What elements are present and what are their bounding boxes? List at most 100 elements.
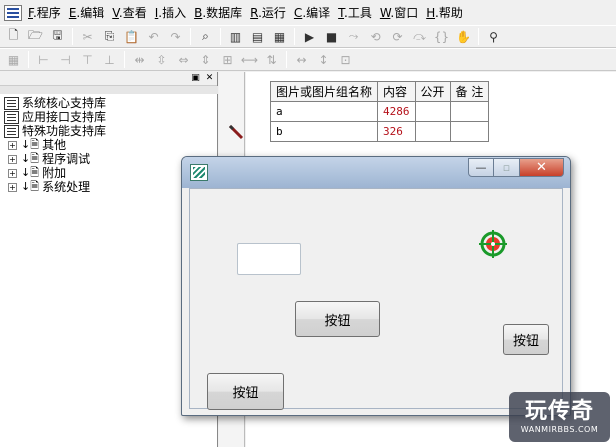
paste-icon[interactable]: 📋 — [122, 27, 141, 46]
window-controls: — ▫ ✕ — [468, 158, 564, 177]
cell-note[interactable] — [449, 121, 490, 142]
center-v-icon[interactable]: ⇳ — [152, 50, 171, 69]
tree-item-debug[interactable]: + ↓🗎 程序调试 — [4, 152, 106, 166]
tree-item-core-lib[interactable]: 系统核心支持库 — [4, 96, 106, 110]
undo-icon[interactable]: ↶ — [144, 27, 163, 46]
edit-box[interactable] — [237, 243, 301, 275]
expand-plus-icon[interactable]: + — [8, 168, 17, 178]
menu-program[interactable]: F.程序 — [26, 3, 67, 23]
align-right-icon[interactable]: ⊣ — [56, 50, 75, 69]
same-width-icon[interactable]: ⇔ — [174, 50, 193, 69]
timer-target-icon[interactable] — [478, 229, 508, 259]
panel-scrollbar[interactable] — [0, 86, 218, 94]
cell-content[interactable]: 326 — [377, 121, 416, 142]
step-over-icon[interactable]: ⤼ — [410, 27, 429, 46]
table-row[interactable]: a 4286 — [269, 101, 490, 122]
sort-doc-icon: ↓🗎 — [21, 180, 40, 193]
binoculars-icon[interactable]: ⚲ — [484, 27, 503, 46]
toolbar-separator — [124, 51, 125, 68]
table-row[interactable]: b 326 — [269, 121, 490, 142]
tree-item-special-lib[interactable]: 特殊功能支持库 — [4, 124, 106, 138]
library-icon — [4, 124, 19, 138]
library-icon — [4, 110, 19, 124]
cell-note[interactable] — [449, 101, 490, 122]
stretch-h-icon[interactable]: ↔ — [292, 50, 311, 69]
tree-item-api-lib[interactable]: 应用接口支持库 — [4, 110, 106, 124]
space-h-icon[interactable]: ⟷ — [240, 50, 259, 69]
cell-public[interactable] — [414, 101, 451, 122]
tree-item-addon[interactable]: + ↓🗎 附加 — [4, 166, 106, 180]
run-icon[interactable]: ▶ — [300, 27, 319, 46]
stop-icon[interactable]: ■ — [322, 27, 341, 46]
align-toolbar: ▦ ⊢ ⊣ ⊤ ⊥ ⇹ ⇳ ⇔ ⇕ ⊞ ⟷ ⇅ ↔ ↕ ⊡ — [0, 48, 616, 71]
fit-icon[interactable]: ⊡ — [336, 50, 355, 69]
new-file-icon[interactable]: 🗋 — [4, 27, 23, 46]
grid-icon[interactable]: ▦ — [4, 50, 23, 69]
copy-icon[interactable]: ⎘ — [100, 27, 119, 46]
tree-item-other[interactable]: + ↓🗎 其他 — [4, 138, 106, 152]
layout-b-icon[interactable]: ▤ — [248, 27, 267, 46]
cell-public[interactable] — [414, 121, 451, 142]
cell-content[interactable]: 4286 — [377, 101, 416, 122]
menu-view[interactable]: V.查看 — [110, 3, 153, 23]
layout-c-icon[interactable]: ▦ — [270, 27, 289, 46]
align-bottom-icon[interactable]: ⊥ — [100, 50, 119, 69]
form-client-area[interactable]: 按钮 按钮 按钮 — [189, 188, 563, 410]
button-1[interactable]: 按钮 — [295, 301, 380, 337]
toolbar-separator — [286, 51, 287, 68]
cell-name[interactable]: a — [269, 101, 379, 122]
close-button[interactable]: ✕ — [520, 158, 564, 177]
step-out-icon[interactable]: ⟳ — [388, 27, 407, 46]
toolbar-separator — [478, 28, 479, 45]
breakpoint-icon[interactable]: {} — [432, 27, 451, 46]
col-header-content[interactable]: 内容 — [377, 81, 416, 102]
cell-name[interactable]: b — [269, 121, 379, 142]
maximize-button[interactable]: ▫ — [494, 158, 520, 177]
pen-icon — [228, 124, 244, 140]
expand-plus-icon[interactable]: + — [8, 182, 17, 192]
sort-doc-icon: ↓🗎 — [21, 138, 40, 151]
menu-edit[interactable]: E.编辑 — [67, 3, 110, 23]
col-header-note[interactable]: 备 注 — [449, 81, 490, 102]
sort-doc-icon: ↓🗎 — [21, 152, 40, 165]
minimize-button[interactable]: — — [468, 158, 494, 177]
layout-a-icon[interactable]: ▥ — [226, 27, 245, 46]
button-3[interactable]: 按钮 — [207, 373, 284, 410]
menu-tools[interactable]: T.工具 — [336, 3, 378, 23]
form-window[interactable]: — ▫ ✕ 按钮 按钮 按钮 — [181, 156, 571, 416]
save-icon[interactable]: 🖫 — [48, 27, 67, 46]
space-v-icon[interactable]: ⇅ — [262, 50, 281, 69]
find-icon[interactable]: ⌕ — [196, 27, 215, 46]
menu-window[interactable]: W.窗口 — [378, 3, 424, 23]
center-h-icon[interactable]: ⇹ — [130, 50, 149, 69]
menu-run[interactable]: R.运行 — [248, 3, 292, 23]
tree-item-system[interactable]: + ↓🗎 系统处理 — [4, 180, 106, 194]
cut-icon[interactable]: ✂ — [78, 27, 97, 46]
toolbar-separator — [72, 28, 73, 45]
col-header-public[interactable]: 公开 — [414, 81, 451, 102]
expand-plus-icon[interactable]: + — [8, 140, 17, 150]
panel-restore-icon[interactable]: ▣ — [190, 73, 201, 84]
library-tree: 系统核心支持库 应用接口支持库 特殊功能支持库 + ↓🗎 其他 + ↓🗎 程序调… — [4, 96, 106, 194]
same-height-icon[interactable]: ⇕ — [196, 50, 215, 69]
panel-close-icon[interactable]: ✕ — [204, 73, 215, 84]
open-folder-icon[interactable]: 🗁 — [26, 27, 45, 46]
step-into-icon[interactable]: ⟲ — [366, 27, 385, 46]
menu-compile[interactable]: C.编译 — [292, 3, 336, 23]
same-size-icon[interactable]: ⊞ — [218, 50, 237, 69]
toolbar-separator — [28, 51, 29, 68]
form-titlebar[interactable]: — ▫ ✕ — [182, 157, 570, 188]
menu-insert[interactable]: I.插入 — [153, 3, 192, 23]
toolbar-separator — [220, 28, 221, 45]
col-header-name[interactable]: 图片或图片组名称 — [269, 81, 379, 102]
align-top-icon[interactable]: ⊤ — [78, 50, 97, 69]
stretch-v-icon[interactable]: ↕ — [314, 50, 333, 69]
redo-icon[interactable]: ↷ — [166, 27, 185, 46]
align-left-icon[interactable]: ⊢ — [34, 50, 53, 69]
hand-icon[interactable]: ✋ — [454, 27, 473, 46]
button-2[interactable]: 按钮 — [503, 324, 549, 355]
expand-plus-icon[interactable]: + — [8, 154, 17, 164]
menu-help[interactable]: H.帮助 — [424, 3, 469, 23]
menu-database[interactable]: B.数据库 — [192, 3, 248, 23]
step-icon[interactable]: ⤳ — [344, 27, 363, 46]
